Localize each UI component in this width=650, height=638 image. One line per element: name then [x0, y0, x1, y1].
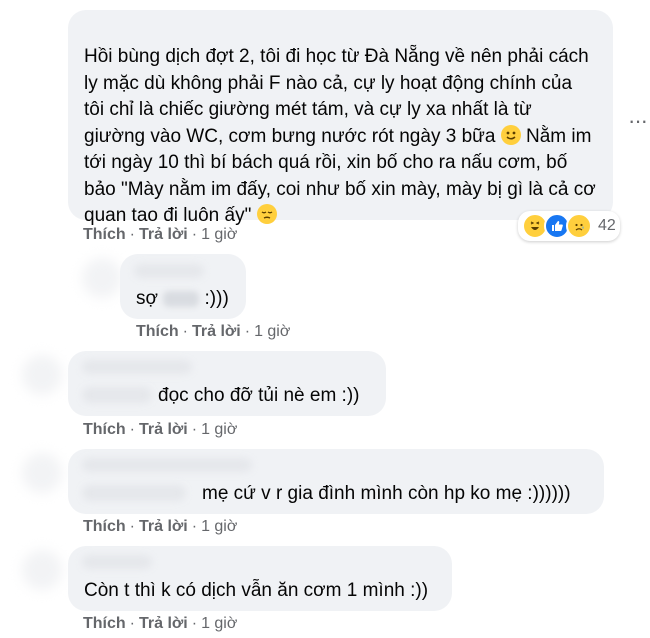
like-button[interactable]: Thích — [83, 421, 126, 438]
comment-text-1: Hồi bùng dịch đợt 2, tôi đi học từ Đà Nẵ… — [84, 46, 601, 226]
timestamp: 1 giờ — [201, 518, 238, 535]
comment-text-5: Còn t thì k có dịch vẫn ăn cơm 1 mình :)… — [84, 580, 429, 601]
author-name-redacted — [82, 485, 186, 501]
timestamp: 1 giờ — [254, 323, 291, 340]
author-name-redacted — [82, 360, 192, 374]
reply-button[interactable]: Trả lời — [139, 615, 188, 632]
like-button[interactable]: Thích — [83, 518, 126, 535]
comment-text-2: sợ :))) — [136, 288, 229, 309]
comment-meta-5: Thích · Trả lời · 1 giờ — [83, 615, 238, 632]
reply-button[interactable]: Trả lời — [139, 421, 188, 438]
reply-button[interactable]: Trả lời — [139, 226, 188, 243]
redacted-word — [163, 290, 200, 307]
author-name-redacted — [134, 264, 204, 278]
avatar[interactable] — [22, 550, 62, 590]
reaction-summary[interactable]: 42 — [518, 211, 620, 241]
timestamp: 1 giờ — [201, 615, 238, 632]
comment-meta-2: Thích · Trả lời · 1 giờ — [136, 323, 291, 340]
author-name-redacted — [82, 458, 252, 472]
comment-text-3: đọc cho đỡ tủi nè em :)) — [158, 385, 360, 406]
comment-bubble-2: sợ :))) — [120, 254, 246, 319]
comment-meta-1: Thích · Trả lời · 1 giờ — [83, 226, 238, 243]
more-options-icon[interactable]: ··· — [628, 108, 648, 134]
comment-text-4: mẹ cứ v r gia đình mình còn hp ko mẹ :))… — [202, 483, 571, 504]
comment-bubble-1: Hồi bùng dịch đợt 2, tôi đi học từ Đà Nẵ… — [68, 10, 613, 226]
comment-meta-3: Thích · Trả lời · 1 giờ — [83, 421, 238, 438]
slightly-smiling-face-icon — [500, 124, 521, 145]
avatar[interactable] — [22, 355, 62, 395]
comment-bubble-5: Còn t thì k có dịch vẫn ăn cơm 1 mình :)… — [68, 546, 452, 611]
avatar[interactable] — [22, 453, 62, 493]
like-button[interactable]: Thích — [83, 226, 126, 243]
comment-bubble-3: đọc cho đỡ tủi nè em :)) — [68, 351, 386, 416]
reply-button[interactable]: Trả lời — [192, 323, 241, 340]
sad-icon — [566, 213, 592, 239]
comment-meta-4: Thích · Trả lời · 1 giờ — [83, 518, 238, 535]
avatar[interactable] — [82, 258, 122, 298]
timestamp: 1 giờ — [201, 226, 238, 243]
reply-button[interactable]: Trả lời — [139, 518, 188, 535]
timestamp: 1 giờ — [201, 421, 238, 438]
author-name-redacted — [82, 555, 152, 569]
like-button[interactable]: Thích — [136, 323, 179, 340]
like-button[interactable]: Thích — [83, 615, 126, 632]
author-name-redacted — [82, 387, 152, 403]
reaction-count: 42 — [598, 217, 616, 234]
comment-bubble-4: mẹ cứ v r gia đình mình còn hp ko mẹ :))… — [68, 449, 604, 514]
pensive-face-icon — [256, 204, 277, 224]
